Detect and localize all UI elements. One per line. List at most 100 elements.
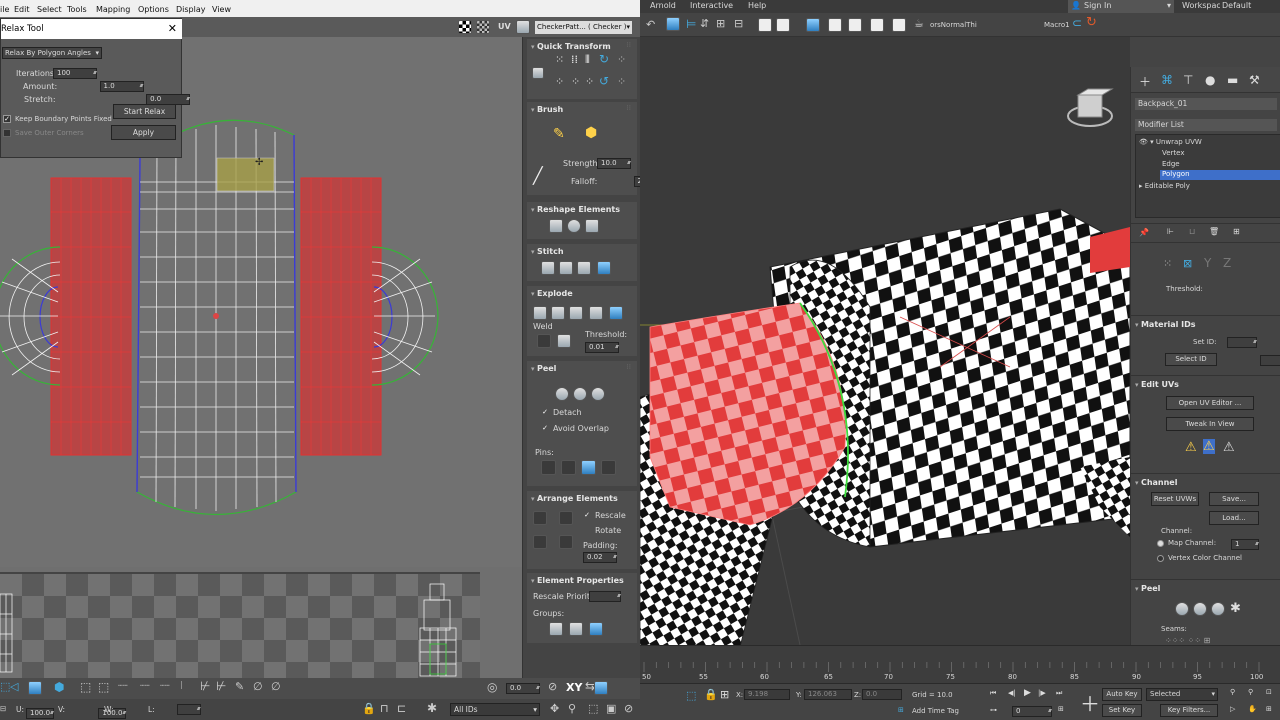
channel-header[interactable]: Channel: [1135, 478, 1178, 487]
explode-a-icon[interactable]: [533, 306, 547, 320]
amount-field[interactable]: 1.0: [99, 81, 144, 92]
key-filters-button[interactable]: Key Filters...: [1160, 704, 1218, 717]
shrink-icon[interactable]: ┄┄: [160, 681, 170, 690]
mirror-icon[interactable]: ⊓: [380, 702, 389, 715]
detach-checkbox[interactable]: ✓ Detach: [541, 408, 582, 417]
eye-icon[interactable]: 👁: [1139, 138, 1148, 146]
menu-select[interactable]: Select: [37, 5, 62, 14]
load-button[interactable]: Load...: [1209, 511, 1259, 525]
loop-icon[interactable]: ┄┄: [118, 681, 128, 690]
start-relax-button[interactable]: Start Relax: [113, 104, 176, 119]
explode-d-icon[interactable]: [589, 306, 603, 320]
pack-c-icon[interactable]: [533, 535, 547, 549]
explode-e-icon[interactable]: [609, 306, 623, 320]
rollout-brush-header[interactable]: Brush: [531, 105, 563, 114]
quick-peel-icon[interactable]: [555, 387, 569, 401]
rollout-element-properties-header[interactable]: Element Properties: [531, 576, 624, 585]
align-row2-c-icon[interactable]: ⁘: [585, 75, 594, 88]
freeze-icon[interactable]: ✱: [427, 701, 437, 715]
timeline[interactable]: 50 55 60 65 70 75 80 85 90 95 100: [640, 645, 1280, 683]
pin-stack-icon[interactable]: 📌: [1139, 228, 1149, 237]
hide-icon[interactable]: ⊏: [397, 702, 406, 715]
uv-filter-icon[interactable]: [516, 20, 530, 34]
selection-lock-icon[interactable]: ⬚: [686, 689, 696, 702]
brush-icon[interactable]: ⊬: [216, 679, 226, 693]
w-field[interactable]: [176, 704, 201, 715]
z-field[interactable]: 0.0: [862, 689, 902, 700]
next-frame-icon[interactable]: |▶: [1038, 689, 1046, 697]
save-outer-checkbox[interactable]: Save Outer Corners: [3, 129, 84, 137]
zoom-icon[interactable]: ⚲: [568, 702, 576, 715]
relax-brush-icon[interactable]: ⬢: [585, 125, 597, 141]
grid-toggle-icon[interactable]: [476, 20, 490, 34]
make-unique-icon[interactable]: ⊔: [1189, 227, 1195, 236]
checker-toggle-icon[interactable]: [458, 20, 472, 34]
peel-mode-b-icon[interactable]: ⚠: [1203, 439, 1215, 454]
time-tag-icon[interactable]: ⊞: [898, 706, 904, 714]
rollout-stitch-header[interactable]: Stitch: [531, 247, 564, 256]
zoom-region-icon[interactable]: ⬚: [588, 702, 598, 715]
rollout-reshape-header[interactable]: Reshape Elements: [531, 205, 620, 214]
move-icon[interactable]: ⬚: [0, 680, 10, 693]
mirror-tool-icon[interactable]: [666, 17, 680, 31]
rotate-snap-icon[interactable]: ⊘: [548, 680, 557, 693]
menu-help[interactable]: Help: [748, 1, 766, 10]
perspective-viewport[interactable]: [640, 67, 1130, 645]
table-icon[interactable]: [758, 18, 772, 32]
time-config-icon[interactable]: ⊞: [1058, 705, 1064, 713]
align-row2-b-icon[interactable]: ⁘: [571, 75, 580, 88]
align-horizontal-icon[interactable]: ⁙: [555, 53, 564, 66]
remove-modifier-icon[interactable]: 🗑: [1209, 227, 1219, 236]
set-id-field[interactable]: [1227, 337, 1257, 348]
vertex-color-radio[interactable]: Vertex Color Channel: [1157, 554, 1242, 562]
straighten-selection-icon[interactable]: [549, 219, 563, 233]
stack-item-polygon[interactable]: Polygon: [1160, 170, 1280, 180]
motion-tab-icon[interactable]: ●: [1205, 73, 1215, 87]
pin-a-icon[interactable]: [541, 460, 556, 475]
pin-cmd-icon[interactable]: ✱: [1230, 601, 1241, 616]
padding-field[interactable]: 0.02: [583, 552, 617, 563]
selected-face[interactable]: [216, 157, 275, 192]
strength-field[interactable]: 10.0: [597, 158, 631, 169]
straighten-icon[interactable]: ⁘: [617, 53, 626, 66]
utilities-tab-icon[interactable]: ⚒: [1249, 73, 1260, 87]
isolate-icon[interactable]: 🔒: [704, 688, 718, 701]
rollout-arrange-header[interactable]: Arrange Elements: [531, 494, 618, 503]
select-icon[interactable]: ⬚: [80, 680, 91, 694]
peel-cmd-header[interactable]: Peel: [1135, 584, 1160, 593]
show-end-result-icon[interactable]: ⊩: [1167, 227, 1174, 236]
undo-icon[interactable]: ↶: [646, 18, 655, 31]
snap-toggle-icon[interactable]: ⊘: [624, 702, 633, 715]
peel-mode-a-icon[interactable]: ⚠: [1185, 440, 1197, 455]
set-key-big-icon[interactable]: ＋: [1080, 688, 1100, 717]
workspaces-dropdown[interactable]: Default: [1220, 0, 1280, 13]
peel-quick-icon[interactable]: [1175, 602, 1189, 616]
vertex-mode-icon[interactable]: [28, 681, 42, 695]
align-center-icon[interactable]: [532, 67, 544, 79]
threshold-field[interactable]: 0.01: [585, 342, 619, 353]
stitch-d-icon[interactable]: [597, 261, 611, 275]
layer-icon[interactable]: ⊞: [716, 17, 725, 30]
pack-d-icon[interactable]: [559, 535, 573, 549]
pin-c-icon[interactable]: [581, 460, 596, 475]
weld-a-icon[interactable]: [537, 334, 551, 348]
key-mode-icon[interactable]: ⊶: [990, 706, 997, 714]
map-channel-radio[interactable]: Map Channel:: [1157, 539, 1216, 547]
align-vertical-icon[interactable]: ⁞⁞: [571, 53, 578, 66]
schematic-icon[interactable]: [806, 18, 820, 32]
lasso-icon[interactable]: ∅: [271, 680, 281, 693]
pan-nav-icon[interactable]: ✋: [1248, 705, 1257, 713]
seam-tools-icon[interactable]: ⁘⁘⁘ ⁘⁘ ⊞: [1165, 636, 1210, 645]
menu-file[interactable]: ile: [0, 5, 9, 14]
checker-dropdown[interactable]: CheckerPatt... ( Checker ) ▾: [535, 21, 632, 34]
maximize-nav-icon[interactable]: ⊞: [1266, 705, 1272, 713]
auto-key-button[interactable]: Auto Key: [1102, 688, 1142, 701]
cube-icon[interactable]: [585, 219, 599, 233]
frame-icon[interactable]: ▣: [606, 702, 616, 715]
orbit-nav-icon[interactable]: ⊡: [1266, 688, 1272, 696]
select-edge-icon[interactable]: ⊠: [1183, 257, 1192, 270]
stitch-c-icon[interactable]: [577, 261, 591, 275]
paint-brush-icon[interactable]: ✎: [553, 126, 565, 142]
zoom-nav-icon[interactable]: ⚲: [1230, 688, 1235, 696]
ring-icon[interactable]: ⬚: [98, 680, 109, 694]
